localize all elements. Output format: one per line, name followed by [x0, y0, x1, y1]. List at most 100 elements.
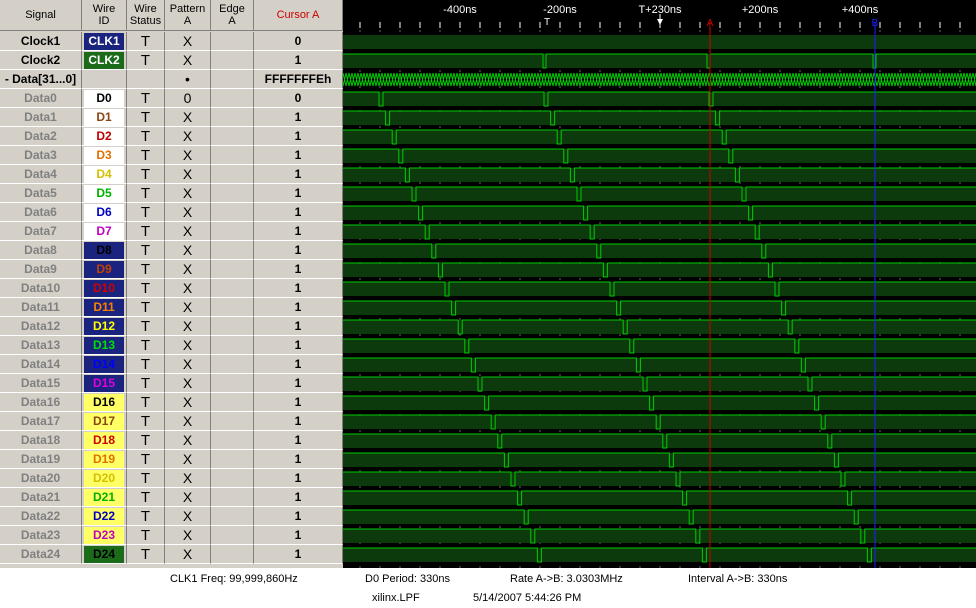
pattern-value[interactable]: X [165, 317, 211, 336]
edge-value[interactable] [211, 260, 254, 279]
wire-status[interactable]: T [127, 127, 165, 146]
wire-id-cell[interactable]: D5 [82, 184, 127, 203]
wire-id-cell[interactable]: D23 [82, 526, 127, 545]
wire-status[interactable]: T [127, 488, 165, 507]
wire-id-cell[interactable]: D15 [82, 374, 127, 393]
signal-name[interactable]: Clock2 [0, 51, 82, 70]
signal-row[interactable]: Data12 D12 T X 1 [0, 317, 343, 336]
wire-id-cell[interactable]: D22 [82, 507, 127, 526]
edge-value[interactable] [211, 450, 254, 469]
wire-status[interactable]: T [127, 260, 165, 279]
wire-id-cell[interactable]: D10 [82, 279, 127, 298]
edge-value[interactable] [211, 317, 254, 336]
edge-value[interactable] [211, 241, 254, 260]
wire-status[interactable]: T [127, 526, 165, 545]
signal-row[interactable]: Data24 D24 T X 1 [0, 545, 343, 564]
pattern-value[interactable]: 0 [165, 89, 211, 108]
wire-status[interactable]: T [127, 184, 165, 203]
edge-value[interactable] [211, 222, 254, 241]
signal-row[interactable]: Data19 D19 T X 1 [0, 450, 343, 469]
col-header-signal[interactable]: Signal [0, 0, 82, 31]
wire-status[interactable]: T [127, 393, 165, 412]
wire-status[interactable]: T [127, 412, 165, 431]
edge-value[interactable] [211, 203, 254, 222]
pattern-value[interactable]: X [165, 545, 211, 564]
signal-row[interactable]: Data1 D1 T X 1 [0, 108, 343, 127]
edge-value[interactable] [211, 488, 254, 507]
wire-status[interactable]: T [127, 298, 165, 317]
pattern-value[interactable]: X [165, 203, 211, 222]
waveform-view[interactable]: -400ns -200ns T+230ns +200ns +400ns T A B [342, 0, 976, 568]
edge-value[interactable] [211, 374, 254, 393]
wire-status[interactable]: T [127, 545, 165, 564]
wire-id-cell[interactable]: D19 [82, 450, 127, 469]
wire-status[interactable]: T [127, 279, 165, 298]
wire-id-cell[interactable]: D0 [82, 89, 127, 108]
signal-name[interactable]: Data22 [0, 507, 82, 526]
wire-id-cell[interactable]: D3 [82, 146, 127, 165]
pattern-value[interactable]: X [165, 412, 211, 431]
col-header-wire-status[interactable]: Wire Status [127, 0, 165, 31]
signal-row[interactable]: Data22 D22 T X 1 [0, 507, 343, 526]
wire-id-cell[interactable]: CLK2 [82, 51, 127, 70]
signal-name[interactable]: Data8 [0, 241, 82, 260]
pattern-value[interactable]: X [165, 279, 211, 298]
signal-row[interactable]: Data23 D23 T X 1 [0, 526, 343, 545]
wire-status[interactable]: T [127, 450, 165, 469]
pattern-value[interactable]: X [165, 108, 211, 127]
wire-status[interactable]: T [127, 336, 165, 355]
edge-value[interactable] [211, 431, 254, 450]
pattern-value[interactable]: X [165, 355, 211, 374]
edge-value[interactable] [211, 393, 254, 412]
wire-status[interactable]: T [127, 469, 165, 488]
col-header-pattern[interactable]: Pattern A [165, 0, 211, 31]
signal-row[interactable]: Data13 D13 T X 1 [0, 336, 343, 355]
wire-id-cell[interactable]: D12 [82, 317, 127, 336]
wire-id-cell[interactable]: D17 [82, 412, 127, 431]
signal-name[interactable]: Data0 [0, 89, 82, 108]
signal-row[interactable]: Data5 D5 T X 1 [0, 184, 343, 203]
edge-value[interactable] [211, 469, 254, 488]
pattern-value[interactable]: X [165, 241, 211, 260]
signal-row[interactable]: Data18 D18 T X 1 [0, 431, 343, 450]
wire-status[interactable]: T [127, 165, 165, 184]
wire-status[interactable]: T [127, 431, 165, 450]
signal-name[interactable]: Data15 [0, 374, 82, 393]
wire-status[interactable]: T [127, 89, 165, 108]
pattern-value[interactable]: • [165, 70, 211, 89]
wire-status[interactable]: T [127, 203, 165, 222]
signal-name[interactable]: Data24 [0, 545, 82, 564]
pattern-value[interactable]: X [165, 450, 211, 469]
pattern-value[interactable]: X [165, 127, 211, 146]
wire-id-cell[interactable]: D7 [82, 222, 127, 241]
pattern-value[interactable]: X [165, 298, 211, 317]
signal-name[interactable]: Data20 [0, 469, 82, 488]
edge-value[interactable] [211, 336, 254, 355]
signal-name[interactable]: Clock1 [0, 32, 82, 51]
edge-value[interactable] [211, 146, 254, 165]
signal-name[interactable]: Data23 [0, 526, 82, 545]
wire-id-cell[interactable]: D1 [82, 108, 127, 127]
signal-row[interactable]: Data4 D4 T X 1 [0, 165, 343, 184]
signal-name[interactable]: Data21 [0, 488, 82, 507]
wire-status[interactable]: T [127, 507, 165, 526]
edge-value[interactable] [211, 70, 254, 89]
wire-id-cell[interactable]: D18 [82, 431, 127, 450]
waveform-canvas[interactable]: -400ns -200ns T+230ns +200ns +400nsT A B [342, 0, 976, 568]
pattern-value[interactable]: X [165, 469, 211, 488]
signal-row[interactable]: Data11 D11 T X 1 [0, 298, 343, 317]
wire-id-cell[interactable]: D6 [82, 203, 127, 222]
signal-row[interactable]: Data0 D0 T 0 0 [0, 89, 343, 108]
signal-row[interactable]: Data7 D7 T X 1 [0, 222, 343, 241]
signal-name[interactable]: Data9 [0, 260, 82, 279]
pattern-value[interactable]: X [165, 146, 211, 165]
pattern-value[interactable]: X [165, 260, 211, 279]
signal-row[interactable]: - Data[31...0] • FFFFFFFEh [0, 70, 343, 89]
signal-name[interactable]: Data4 [0, 165, 82, 184]
wire-status[interactable]: T [127, 317, 165, 336]
pattern-value[interactable]: X [165, 222, 211, 241]
pattern-value[interactable]: X [165, 431, 211, 450]
wire-status[interactable] [127, 70, 165, 89]
signal-row[interactable]: Data17 D17 T X 1 [0, 412, 343, 431]
signal-name[interactable]: Data18 [0, 431, 82, 450]
